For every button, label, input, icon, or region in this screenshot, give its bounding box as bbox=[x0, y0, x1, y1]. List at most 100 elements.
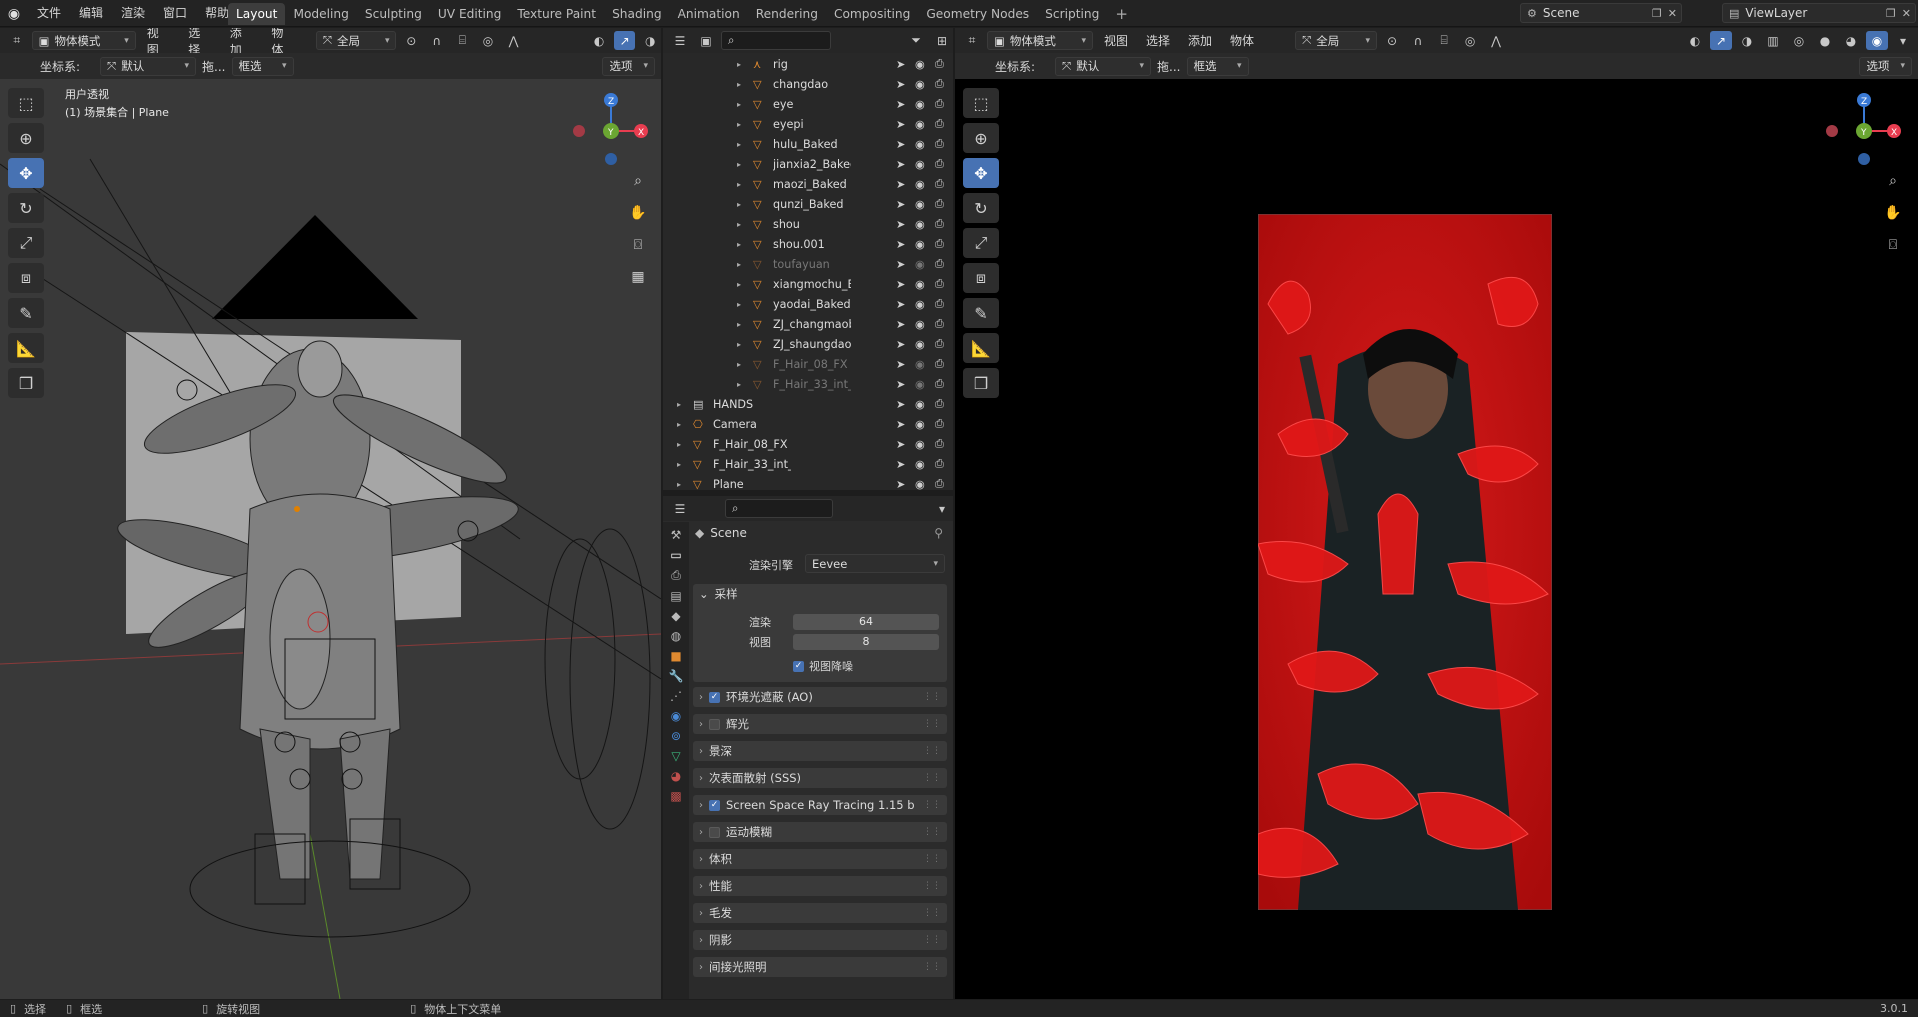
outliner-item-name[interactable]: hulu_Baked bbox=[773, 138, 838, 151]
chevron-down-icon[interactable]: ▾ bbox=[931, 499, 953, 518]
eye-icon[interactable]: ◉ bbox=[915, 318, 925, 331]
wireframe-shading-icon[interactable]: ◎ bbox=[1788, 31, 1810, 50]
tab-animation[interactable]: Animation bbox=[670, 3, 748, 25]
navigation-gizmo[interactable]: Z X Y bbox=[1820, 85, 1910, 175]
rendered-shading-icon[interactable]: ◉ bbox=[1866, 31, 1888, 50]
expand-arrow-icon[interactable]: ▸ bbox=[737, 120, 741, 129]
drag-handle-icon[interactable]: ⋮⋮ bbox=[923, 827, 941, 837]
render-camera-icon[interactable]: ⎙ bbox=[935, 297, 944, 311]
expand-arrow-icon[interactable]: ▸ bbox=[737, 260, 741, 269]
selectable-icon[interactable]: ➤ bbox=[896, 238, 905, 251]
transform-orientation-dropdown[interactable]: ⤧ 全局 ▾ bbox=[315, 31, 397, 50]
tab-modeling[interactable]: Modeling bbox=[285, 3, 356, 25]
outliner-item-name[interactable]: shou bbox=[773, 218, 800, 231]
drag-handle-icon[interactable]: ⋮⋮ bbox=[923, 692, 941, 702]
properties-search[interactable]: ⌕ bbox=[725, 499, 833, 518]
render-camera-icon[interactable]: ⎙ bbox=[935, 237, 944, 251]
expand-arrow-icon[interactable]: ▸ bbox=[737, 60, 741, 69]
eye-icon[interactable]: ◉ bbox=[915, 198, 925, 211]
outliner-item-name[interactable]: F_Hair_33_int_DT.004 bbox=[713, 458, 791, 471]
pan-hand-icon[interactable]: ✋ bbox=[625, 200, 651, 226]
selectable-icon[interactable]: ➤ bbox=[896, 158, 905, 171]
outliner-row[interactable]: ▸ ▤ HANDS ➤ ◉ ⎙ bbox=[663, 396, 953, 412]
eye-icon[interactable]: ◉ bbox=[915, 398, 925, 411]
menu-object[interactable]: 物体 bbox=[1223, 32, 1261, 49]
scene-name[interactable]: Scene bbox=[1543, 6, 1646, 20]
data-tab-icon[interactable]: ▽ bbox=[671, 749, 680, 763]
outliner-row[interactable]: ▸ ▽ xiangmochu_Ba ➤ ◉ ⎙ bbox=[663, 276, 953, 292]
selectable-icon[interactable]: ➤ bbox=[896, 458, 905, 471]
texture-tab-icon[interactable]: ▩ bbox=[670, 789, 681, 803]
object-tab-icon[interactable]: ■ bbox=[670, 649, 681, 663]
view-layer-name[interactable]: ViewLayer bbox=[1745, 6, 1880, 20]
outliner-item-name[interactable]: eye bbox=[773, 98, 793, 111]
pin-icon[interactable]: ⚲ bbox=[934, 526, 943, 540]
overlay-icon[interactable]: ◑ bbox=[639, 31, 661, 50]
ortho-grid-icon[interactable]: ▦ bbox=[625, 264, 651, 290]
expand-arrow-icon[interactable]: ▸ bbox=[677, 460, 681, 469]
selectable-icon[interactable]: ➤ bbox=[896, 358, 905, 371]
scene-tab-icon[interactable]: ◆ bbox=[671, 609, 680, 623]
select-box-tool-icon[interactable]: ⬚ bbox=[963, 88, 999, 118]
render-camera-icon[interactable]: ⎙ bbox=[935, 317, 944, 331]
visibility-icon[interactable]: ◐ bbox=[588, 31, 610, 50]
render-subpanel[interactable]: › 景深 ⋮⋮ bbox=[693, 741, 947, 761]
proportional-edit-icon[interactable]: ◎ bbox=[1459, 31, 1481, 50]
outliner-item-name[interactable]: qunzi_Baked bbox=[773, 198, 843, 211]
render-subpanel[interactable]: › ✓ 环境光遮蔽 (AO) ⋮⋮ bbox=[693, 687, 947, 707]
constraints-tab-icon[interactable]: ⊚ bbox=[671, 729, 681, 743]
menu-render[interactable]: 渲染 bbox=[112, 0, 154, 27]
gizmo-toggle-icon[interactable]: ↗ bbox=[613, 31, 636, 50]
transform-tool-icon[interactable]: ⧈ bbox=[8, 263, 44, 293]
selectable-icon[interactable]: ➤ bbox=[896, 418, 905, 431]
expand-arrow-icon[interactable]: ▸ bbox=[737, 220, 741, 229]
annotate-tool-icon[interactable]: ✎ bbox=[8, 298, 44, 328]
selectable-icon[interactable]: ➤ bbox=[896, 138, 905, 151]
drag-handle-icon[interactable]: ⋮⋮ bbox=[923, 908, 941, 918]
tab-texture-paint[interactable]: Texture Paint bbox=[509, 3, 604, 25]
selectable-icon[interactable]: ➤ bbox=[896, 338, 905, 351]
outliner-item-name[interactable]: ZJ_changmaobi bbox=[773, 318, 851, 331]
transform-orientation-dropdown[interactable]: ⤧ 全局 ▾ bbox=[1295, 31, 1378, 50]
eye-icon[interactable]: ◉ bbox=[915, 118, 925, 131]
selectable-icon[interactable]: ➤ bbox=[896, 258, 905, 271]
output-tab-icon[interactable]: ⎙ bbox=[671, 568, 681, 583]
expand-arrow-icon[interactable]: ▸ bbox=[677, 400, 681, 409]
snap-icon[interactable]: ∩ bbox=[426, 31, 448, 50]
render-camera-icon[interactable]: ⎙ bbox=[935, 277, 944, 291]
render-camera-icon[interactable]: ⎙ bbox=[935, 417, 944, 431]
outliner-item-name[interactable]: yaodai_Baked bbox=[773, 298, 851, 311]
render-camera-icon[interactable]: ⎙ bbox=[935, 357, 944, 371]
viewport-denoise-toggle[interactable]: ✓ 视图降噪 bbox=[793, 658, 853, 674]
mode-dropdown[interactable]: ▣ 物体模式 ▾ bbox=[31, 31, 136, 50]
tab-compositing[interactable]: Compositing bbox=[826, 3, 918, 25]
material-shading-icon[interactable]: ◕ bbox=[1840, 31, 1862, 50]
editor-type-icon[interactable]: ☰ bbox=[669, 499, 691, 518]
outliner-row[interactable]: ▸ ▽ F_Hair_08_FX ➤ ◉ ⎙ bbox=[663, 356, 953, 372]
visibility-icon[interactable]: ◐ bbox=[1684, 31, 1706, 50]
zoom-icon[interactable]: ⌕ bbox=[625, 168, 651, 194]
render-camera-icon[interactable]: ⎙ bbox=[935, 217, 944, 231]
render-camera-icon[interactable]: ⎙ bbox=[935, 177, 944, 191]
render-subpanel[interactable]: › 运动模糊 ⋮⋮ bbox=[693, 822, 947, 842]
select-box-tool-icon[interactable]: ⬚ bbox=[8, 88, 44, 118]
outliner-row[interactable]: ▸ ⎔ Camera ➤ ◉ ⎙ bbox=[663, 416, 953, 432]
drag-handle-icon[interactable]: ⋮⋮ bbox=[923, 800, 941, 810]
outliner-item-name[interactable]: toufayuan bbox=[773, 258, 830, 271]
eye-icon[interactable]: ◉ bbox=[915, 478, 925, 491]
camera-view-icon[interactable]: ⌼ bbox=[1880, 232, 1906, 258]
falloff-icon[interactable]: ⋀ bbox=[503, 31, 525, 50]
render-subpanel[interactable]: › ✓ Screen Space Ray Tracing 1.15 b ⋮⋮ bbox=[693, 795, 947, 815]
zoom-icon[interactable]: ⌕ bbox=[1880, 168, 1906, 194]
render-camera-icon[interactable]: ⎙ bbox=[935, 257, 944, 271]
add-cube-tool-icon[interactable]: ❒ bbox=[8, 368, 44, 398]
drag-handle-icon[interactable]: ⋮⋮ bbox=[923, 935, 941, 945]
scene-selector[interactable]: ⚙ Scene ❐ ✕ bbox=[1520, 3, 1682, 23]
menu-edit[interactable]: 编辑 bbox=[70, 0, 112, 27]
snap-icon[interactable]: ∩ bbox=[1407, 31, 1429, 50]
selectable-icon[interactable]: ➤ bbox=[896, 178, 905, 191]
eye-icon[interactable]: ◉ bbox=[915, 358, 925, 371]
xray-icon[interactable]: ▥ bbox=[1762, 31, 1784, 50]
close-scene-icon[interactable]: ✕ bbox=[1668, 7, 1681, 20]
eye-icon[interactable]: ◉ bbox=[915, 298, 925, 311]
